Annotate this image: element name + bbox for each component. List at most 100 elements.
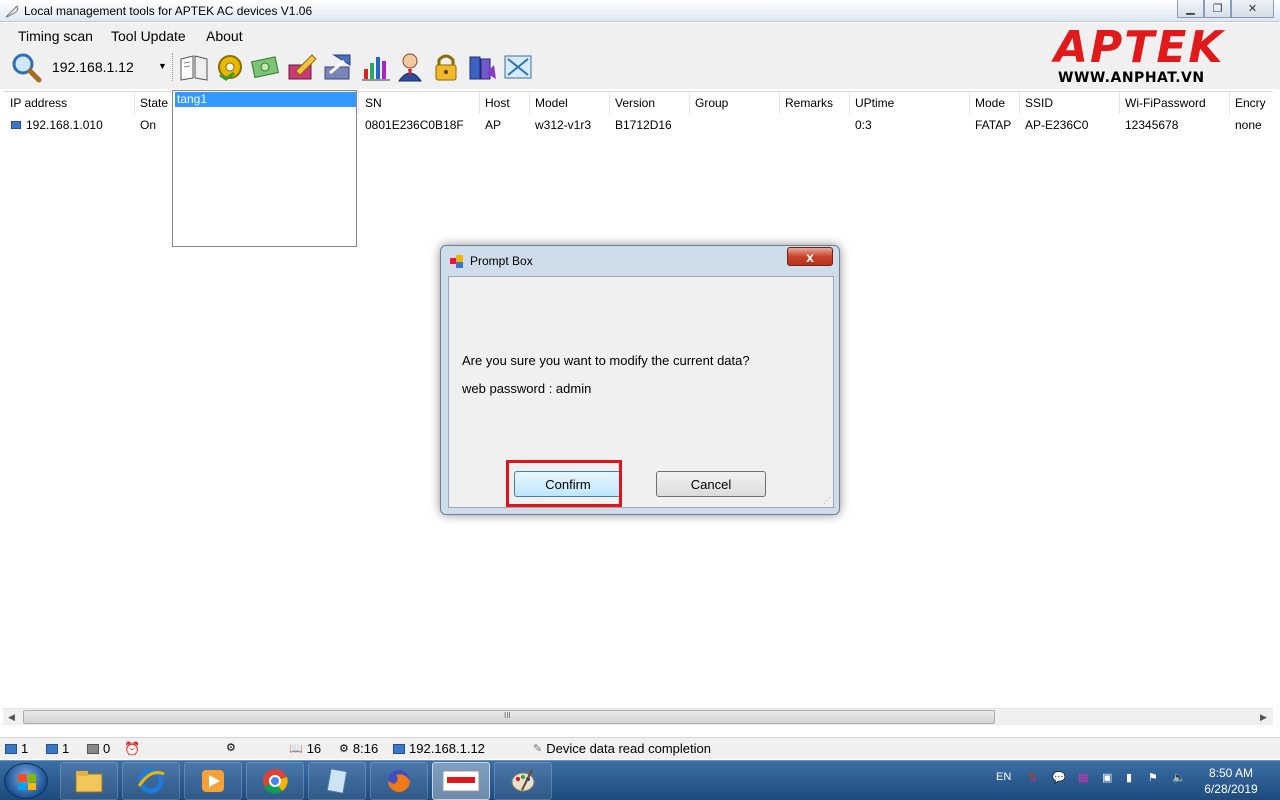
taskbar-media-player[interactable] bbox=[184, 762, 242, 800]
menu-about[interactable]: About bbox=[206, 28, 243, 44]
cell-encry: none bbox=[1235, 118, 1262, 132]
restore-icon: ❐ bbox=[1212, 3, 1223, 15]
taskbar-chrome[interactable] bbox=[246, 762, 304, 800]
ip-combobox-value[interactable]: 192.168.1.12 bbox=[52, 59, 134, 75]
book-icon[interactable] bbox=[178, 51, 210, 83]
restore-button[interactable]: ❐ bbox=[1204, 0, 1231, 18]
network-tool-icon[interactable] bbox=[502, 51, 534, 83]
chrome-icon bbox=[263, 769, 288, 794]
offline-device-icon bbox=[87, 743, 99, 754]
col-model[interactable]: Model bbox=[535, 96, 568, 110]
book-stack-icon[interactable] bbox=[466, 51, 498, 83]
paint-icon bbox=[511, 769, 535, 792]
status-ip-value: 192.168.1.12 bbox=[409, 741, 485, 756]
col-encry[interactable]: Encry bbox=[1235, 96, 1266, 110]
close-window-button[interactable]: ✕ bbox=[1231, 0, 1274, 18]
col-sn[interactable]: SN bbox=[365, 96, 382, 110]
tray-app-icon[interactable]: ▤ bbox=[1078, 771, 1088, 784]
taskbar-aptek-tool[interactable] bbox=[432, 762, 490, 800]
internet-explorer-icon bbox=[137, 768, 165, 794]
cell-wifi-password: 12345678 bbox=[1125, 118, 1179, 132]
minimize-button[interactable]: ▁ bbox=[1177, 0, 1204, 18]
taskbar: EN ⇅ 💬 ▤ ▣ ▮ ⚑ 🔈 8:50 AM 6/28/2019 bbox=[0, 760, 1280, 800]
action-center-icon[interactable]: ⚑ bbox=[1148, 771, 1158, 784]
menu-timing-scan[interactable]: Timing scan bbox=[18, 28, 93, 44]
taskbar-file-explorer[interactable] bbox=[60, 762, 118, 800]
money-icon[interactable] bbox=[250, 51, 282, 83]
taskbar-paint[interactable] bbox=[494, 762, 552, 800]
search-icon[interactable] bbox=[10, 51, 42, 83]
cell-mode: FATAP bbox=[975, 118, 1012, 132]
col-state[interactable]: State bbox=[140, 96, 168, 110]
taskbar-clock[interactable]: 8:50 AM 6/28/2019 bbox=[1196, 765, 1266, 797]
prompt-dialog: Prompt Box x Are you sure you want to mo… bbox=[440, 245, 840, 515]
display-icon[interactable]: ▣ bbox=[1102, 771, 1112, 784]
edit-icon[interactable] bbox=[286, 51, 318, 83]
cell-ssid: AP-E236C0 bbox=[1025, 118, 1089, 132]
dialog-title: Prompt Box bbox=[470, 254, 533, 268]
taskbar-firefox[interactable] bbox=[370, 762, 428, 800]
status-selected-count: 1 bbox=[62, 741, 70, 756]
book-small-icon: 📖 bbox=[289, 743, 303, 755]
confirm-highlight-box bbox=[506, 460, 622, 507]
col-ip-address[interactable]: IP address bbox=[10, 96, 67, 110]
col-wifi-password[interactable]: Wi-FiPassword bbox=[1125, 96, 1206, 110]
group-option-selected[interactable]: tang1 bbox=[175, 92, 356, 107]
battery-icon[interactable]: ▮ bbox=[1126, 771, 1132, 784]
status-offline-count: 0 bbox=[103, 741, 111, 756]
lock-icon[interactable] bbox=[430, 51, 462, 83]
device-icon bbox=[11, 121, 21, 129]
col-mode[interactable]: Mode bbox=[975, 96, 1005, 110]
col-version[interactable]: Version bbox=[615, 96, 655, 110]
cancel-button[interactable]: Cancel bbox=[656, 471, 766, 497]
dialog-question: Are you sure you want to modify the curr… bbox=[462, 353, 750, 368]
close-icon: ✕ bbox=[1247, 3, 1258, 15]
minimize-icon: ▁ bbox=[1186, 3, 1195, 15]
col-ssid[interactable]: SSID bbox=[1025, 96, 1053, 110]
network-arrows-icon[interactable]: ⇅ bbox=[1028, 771, 1037, 784]
group-dropdown-list[interactable]: tang1 bbox=[172, 90, 357, 247]
aptek-logo: APTEK WWW.ANPHAT.VN bbox=[1054, 26, 1266, 88]
online-device-icon bbox=[5, 743, 17, 754]
scroll-grip-icon: III bbox=[504, 711, 511, 720]
chart-icon[interactable] bbox=[360, 51, 392, 83]
aptek-tool-icon bbox=[442, 770, 480, 792]
start-button[interactable] bbox=[4, 763, 48, 799]
chevron-down-icon[interactable]: ▼ bbox=[158, 61, 167, 71]
scroll-thumb[interactable]: III bbox=[23, 710, 995, 724]
logo-url: WWW.ANPHAT.VN bbox=[1058, 70, 1205, 86]
cell-ip: 192.168.1.010 bbox=[26, 118, 103, 132]
settings-gear-icon[interactable] bbox=[214, 51, 246, 83]
status-online: 1 bbox=[5, 741, 28, 756]
col-host[interactable]: Host bbox=[485, 96, 510, 110]
logo-brand: APTEK bbox=[1054, 22, 1225, 73]
col-remarks[interactable]: Remarks bbox=[785, 96, 833, 110]
col-group[interactable]: Group bbox=[695, 96, 728, 110]
close-icon: x bbox=[806, 248, 814, 265]
toolbar-separator bbox=[172, 53, 174, 81]
col-uptime[interactable]: UPtime bbox=[855, 96, 894, 110]
scroll-right-icon[interactable]: ▶ bbox=[1260, 712, 1267, 723]
volume-icon[interactable]: 🔈 bbox=[1172, 771, 1186, 784]
horizontal-scrollbar[interactable]: ◀ III ▶ bbox=[3, 708, 1273, 725]
upgrade-icon[interactable] bbox=[322, 51, 354, 83]
menu-tool-update[interactable]: Tool Update bbox=[111, 28, 186, 44]
settings-dot-icon: ⚙ bbox=[226, 742, 236, 754]
notes-icon bbox=[326, 768, 348, 794]
dialog-close-button[interactable]: x bbox=[787, 247, 833, 266]
taskbar-internet-explorer[interactable] bbox=[122, 762, 180, 800]
feather-icon: ✎ bbox=[533, 743, 543, 755]
scroll-left-icon[interactable]: ◀ bbox=[8, 712, 15, 723]
status-online-count: 1 bbox=[21, 741, 29, 756]
language-indicator[interactable]: EN bbox=[996, 771, 1011, 783]
status-time: ⚙ 8:16 bbox=[339, 741, 378, 756]
cell-state: On bbox=[140, 118, 157, 132]
status-bar: 1 1 0 ⏰ ⚙ 📖 16 ⚙ 8:16 192.168.1.12 ✎ Dev… bbox=[0, 737, 1280, 759]
file-explorer-icon bbox=[75, 771, 103, 793]
status-ip: 192.168.1.12 bbox=[393, 741, 485, 756]
chat-icon[interactable]: 💬 bbox=[1052, 771, 1066, 784]
clock-time: 8:50 AM bbox=[1208, 766, 1254, 780]
taskbar-notes[interactable] bbox=[308, 762, 366, 800]
resize-grip-icon[interactable]: ⋰ bbox=[823, 496, 831, 505]
user-icon[interactable] bbox=[394, 51, 426, 83]
